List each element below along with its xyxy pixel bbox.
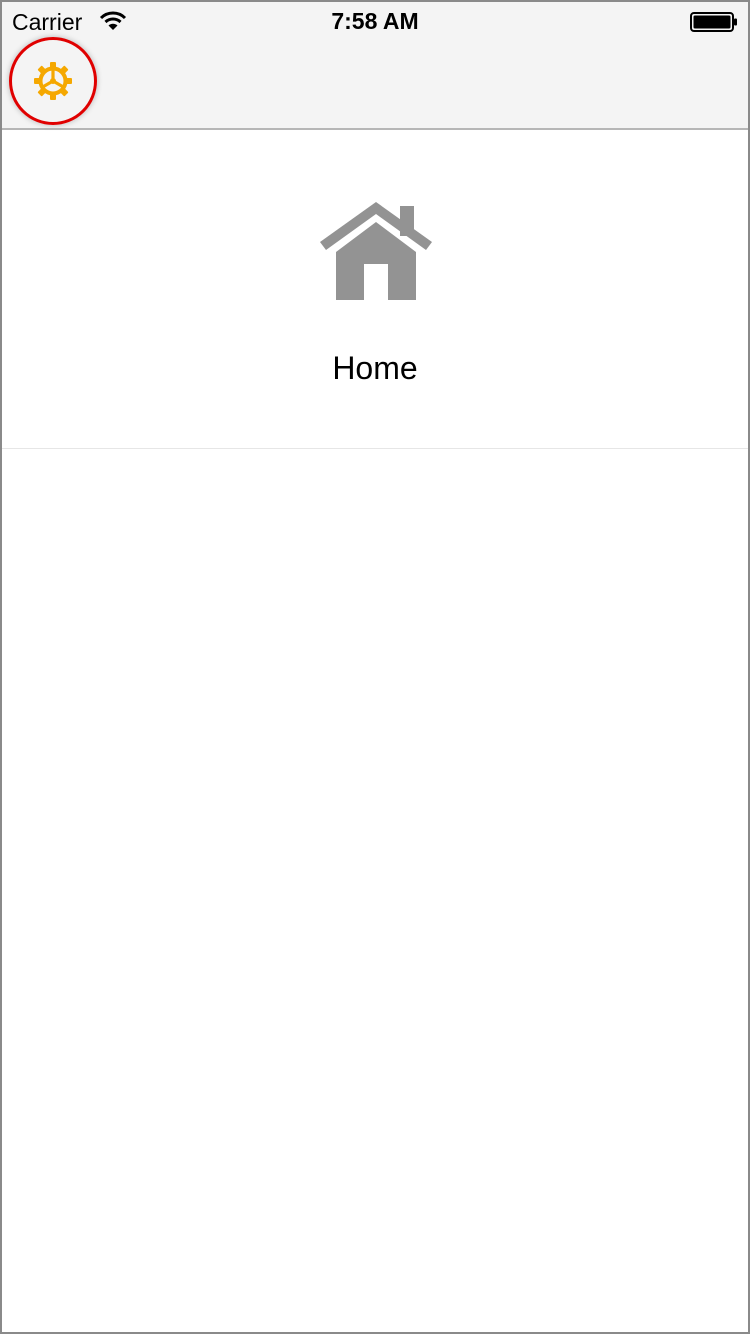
settings-button[interactable] (9, 37, 97, 125)
navigation-bar: Carrier 7:58 AM (2, 2, 748, 130)
home-label: Home (332, 350, 418, 386)
gear-icon (34, 62, 72, 100)
status-bar: Carrier 7:58 AM (2, 2, 748, 42)
status-time: 7:58 AM (331, 8, 419, 34)
house-icon (320, 202, 432, 300)
app-screen: Carrier 7:58 AM Home (0, 0, 750, 1334)
home-menu-item[interactable]: Home (2, 130, 748, 449)
battery-icon (690, 12, 737, 32)
